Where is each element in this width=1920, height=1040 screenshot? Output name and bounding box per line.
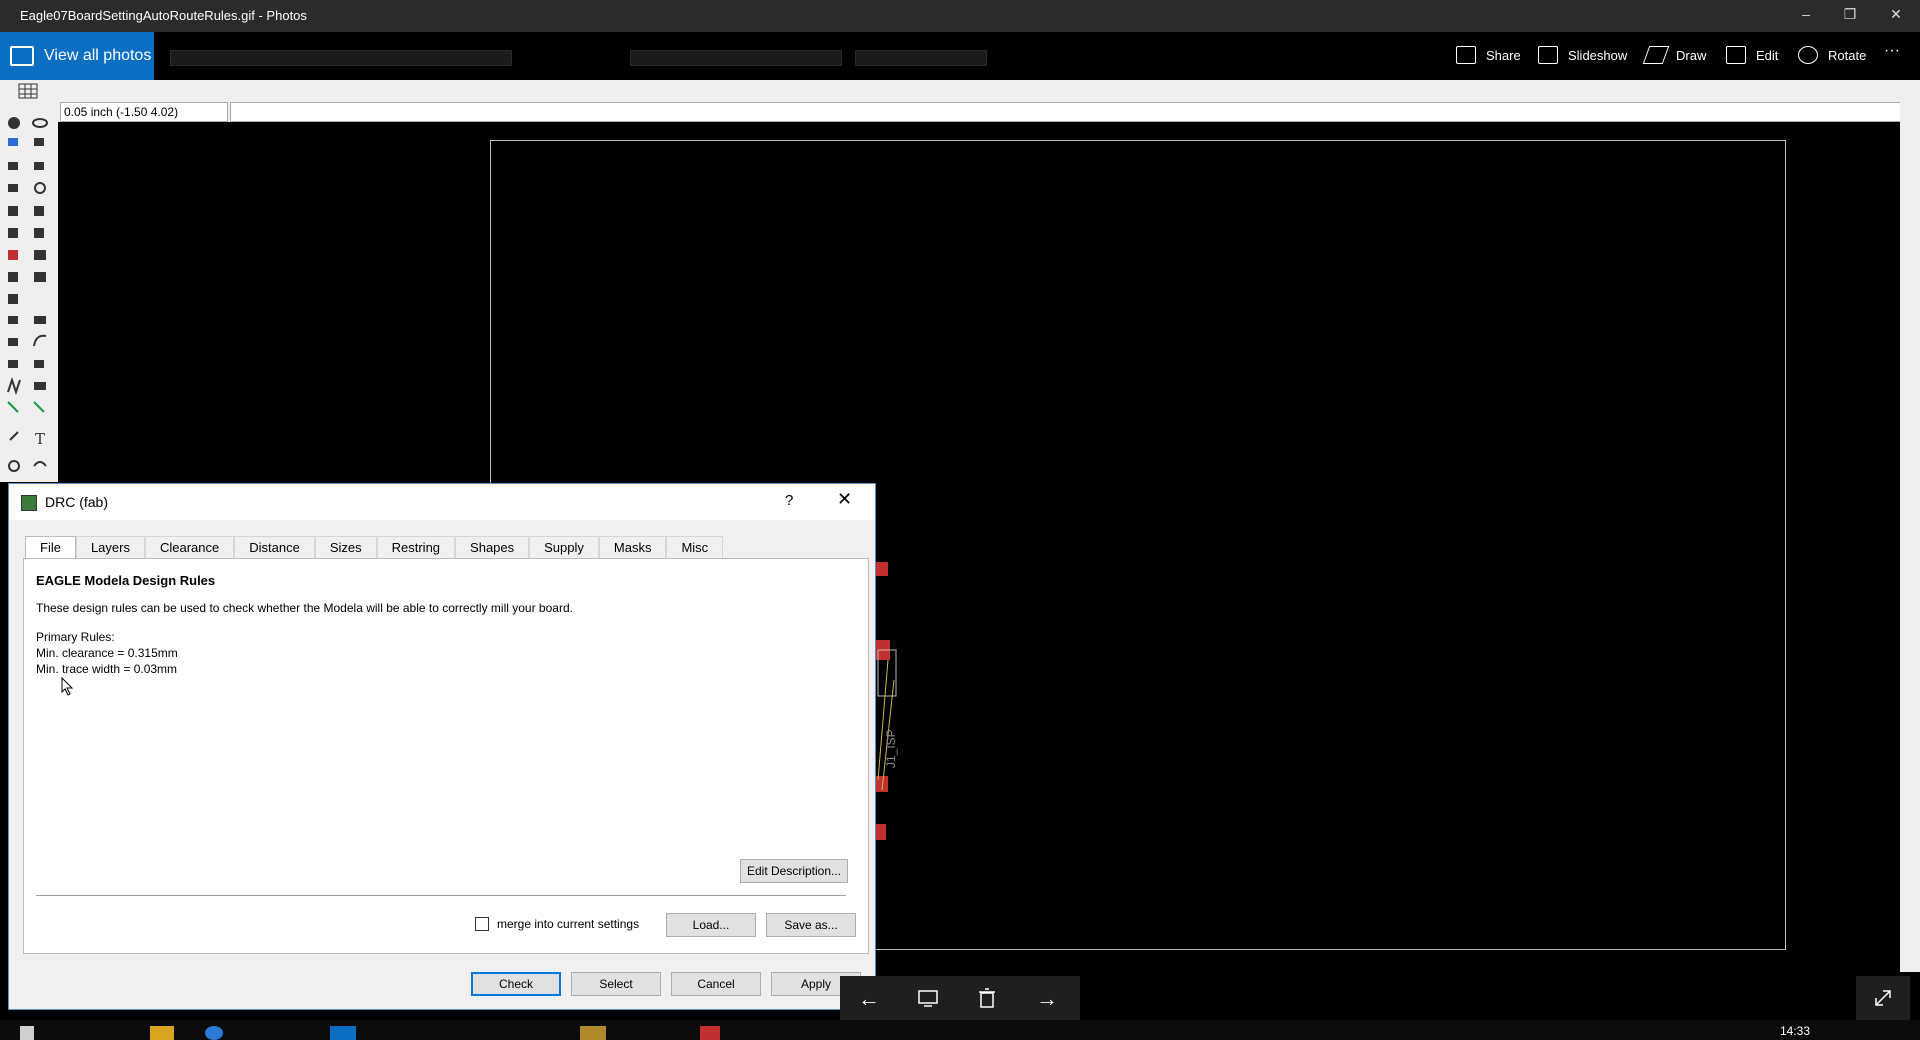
eagle-taskbar-icon[interactable] xyxy=(580,1026,606,1040)
window-title: Eagle07BoardSettingAutoRouteRules.gif - … xyxy=(20,8,307,23)
dialog-title: DRC (fab) xyxy=(45,494,109,510)
rule-min-trace-width: Min. trace width = 0.03mm xyxy=(36,662,178,676)
fullscreen-button[interactable] xyxy=(1856,976,1910,1020)
share-icon xyxy=(1456,46,1476,64)
tab-restring[interactable]: Restring xyxy=(376,536,456,558)
select-button[interactable]: Select xyxy=(571,972,661,996)
tab-sizes[interactable]: Sizes xyxy=(314,536,377,558)
eagle-app-icon xyxy=(21,495,37,511)
edit-icon xyxy=(1726,46,1746,64)
tab-supply[interactable]: Supply xyxy=(529,536,599,558)
merge-checkbox[interactable] xyxy=(475,917,489,931)
filmstrip-icon[interactable] xyxy=(918,990,938,1008)
previous-button[interactable]: ← xyxy=(858,986,880,1012)
tab-misc[interactable]: Misc xyxy=(666,536,724,558)
vertical-scrollbar[interactable] xyxy=(1900,102,1920,972)
draw-label: Draw xyxy=(1676,47,1707,63)
start-icon[interactable] xyxy=(20,1026,34,1040)
separator xyxy=(36,895,846,896)
rotate-button[interactable]: Rotate xyxy=(1798,46,1866,64)
window-title-bar: Eagle07BoardSettingAutoRouteRules.gif - … xyxy=(0,0,1920,32)
draw-button[interactable]: Draw xyxy=(1642,46,1707,64)
coordinate-display: 0.05 inch (-1.50 4.02) xyxy=(60,102,228,122)
tool-icons[interactable]: T xyxy=(0,102,58,482)
mouse-cursor-icon xyxy=(61,677,74,696)
dialog-title-bar: DRC (fab) ? ✕ xyxy=(9,484,875,520)
app-icon[interactable] xyxy=(330,1026,356,1040)
close-window-button[interactable]: ✕ xyxy=(1886,6,1906,23)
tab-shapes[interactable]: Shapes xyxy=(455,536,530,558)
file-tab-panel: EAGLE Modela Design Rules These design r… xyxy=(23,558,869,954)
rules-heading: EAGLE Modela Design Rules xyxy=(36,573,216,588)
svg-text:T: T xyxy=(35,430,45,448)
next-button[interactable]: → xyxy=(1036,986,1058,1012)
eagle-top-bar xyxy=(0,80,1920,102)
restore-button[interactable]: ❐ xyxy=(1840,6,1860,23)
edit-label: Edit xyxy=(1756,47,1779,63)
drc-tabs: File Layers Clearance Distance Sizes Res… xyxy=(25,536,724,558)
view-all-photos-label: View all photos xyxy=(44,47,152,64)
share-label: Share xyxy=(1486,47,1521,63)
slideshow-icon xyxy=(1538,46,1558,64)
tab-distance[interactable]: Distance xyxy=(234,536,315,558)
pen-icon xyxy=(1642,46,1670,64)
tab-clearance[interactable]: Clearance xyxy=(144,536,235,558)
viewer-nav-bar: ← → xyxy=(840,976,1080,1020)
primary-rules: Primary Rules: Min. clearance = 0.315mm … xyxy=(36,629,178,677)
cancel-button[interactable]: Cancel xyxy=(671,972,761,996)
faded-eagle-toolbar-3 xyxy=(855,50,987,66)
clock: 14:33 xyxy=(1779,1024,1810,1038)
share-button[interactable]: Share xyxy=(1456,46,1521,64)
edit-button[interactable]: Edit xyxy=(1726,46,1778,64)
part-label: J1_ISP xyxy=(884,729,898,768)
eagle-tool-palette: T xyxy=(0,102,58,482)
faded-eagle-toolbar-2 xyxy=(630,50,842,66)
load-button[interactable]: Load... xyxy=(666,913,756,937)
check-button[interactable]: Check xyxy=(471,972,561,996)
windows-taskbar: 14:33 xyxy=(0,1020,1920,1040)
delete-icon[interactable] xyxy=(978,988,996,1008)
help-button[interactable]: ? xyxy=(785,492,793,509)
view-all-photos-button[interactable]: View all photos xyxy=(0,32,154,80)
edit-description-button[interactable]: Edit Description... xyxy=(740,859,848,883)
coordinate-bar: 0.05 inch (-1.50 4.02) xyxy=(0,102,1920,122)
grid-icon[interactable] xyxy=(18,83,38,99)
tab-masks[interactable]: Masks xyxy=(598,536,667,558)
merge-checkbox-label[interactable]: merge into current settings xyxy=(497,917,639,931)
rule-min-clearance: Min. clearance = 0.315mm xyxy=(36,646,178,660)
expand-icon xyxy=(1875,990,1891,1006)
dialog-close-button[interactable]: ✕ xyxy=(837,489,852,510)
tab-layers[interactable]: Layers xyxy=(75,536,145,558)
slideshow-label: Slideshow xyxy=(1568,47,1628,63)
rules-description: These design rules can be used to check … xyxy=(36,601,573,615)
faded-eagle-toolbar xyxy=(170,50,512,66)
command-line-input[interactable] xyxy=(230,102,1910,122)
minimize-button[interactable]: – xyxy=(1796,6,1816,22)
app-icon-red[interactable] xyxy=(700,1026,720,1040)
more-button[interactable]: ··· xyxy=(1884,42,1900,60)
tab-file[interactable]: File xyxy=(25,536,76,558)
browser-icon[interactable] xyxy=(205,1026,223,1040)
slideshow-button[interactable]: Slideshow xyxy=(1538,46,1627,64)
trace-lines xyxy=(877,649,897,791)
photo-icon xyxy=(10,46,34,66)
file-explorer-icon[interactable] xyxy=(150,1026,174,1040)
primary-rules-title: Primary Rules: xyxy=(36,630,115,644)
save-as-button[interactable]: Save as... xyxy=(766,913,856,937)
drc-dialog: DRC (fab) ? ✕ File Layers Clearance Dist… xyxy=(8,483,876,1010)
rotate-label: Rotate xyxy=(1828,47,1867,63)
rotate-icon xyxy=(1798,46,1818,64)
photos-toolbar: View all photos Share Slideshow Draw Edi… xyxy=(0,32,1920,80)
